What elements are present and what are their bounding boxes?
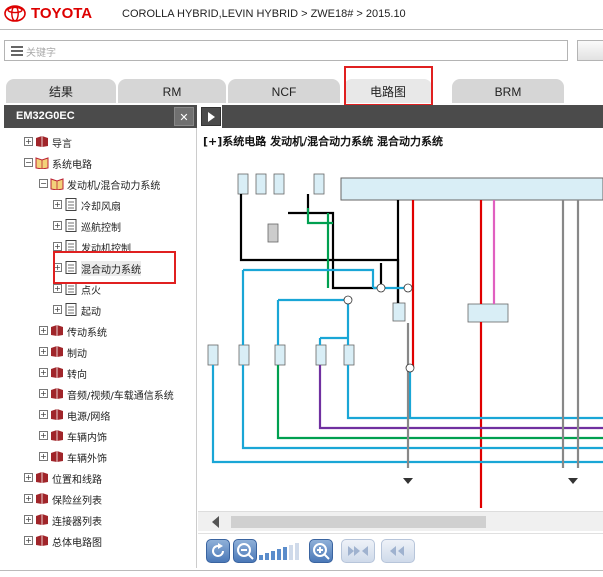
expand-icon[interactable]: + — [39, 410, 48, 419]
expand-icon[interactable]: + — [53, 242, 62, 251]
tree-item-label: 转向 — [67, 370, 87, 381]
tab-rm[interactable]: RM — [118, 79, 226, 103]
tab-ncf[interactable]: NCF — [228, 79, 340, 103]
tree-item-label: 发动机/混合动力系统 — [67, 181, 161, 192]
book-icon — [36, 493, 48, 504]
expand-panel-button[interactable] — [201, 107, 221, 126]
scroll-left-arrow-icon[interactable] — [212, 516, 219, 528]
zoom-out-icon — [237, 543, 254, 560]
expand-icon[interactable]: + — [53, 284, 62, 293]
book-icon — [51, 367, 63, 378]
footer-divider — [0, 570, 603, 577]
expand-icon[interactable]: + — [24, 473, 33, 482]
tree-item-label: 保险丝列表 — [52, 496, 102, 507]
expand-icon[interactable]: + — [53, 221, 62, 230]
diagram-header-bar — [222, 105, 603, 128]
first-page-icon — [348, 546, 368, 556]
tree-item-label: 系统电路 — [52, 160, 92, 171]
tab-label: 结果 — [48, 85, 73, 99]
tree-item-label: 位置和线路 — [52, 475, 102, 486]
expand-icon[interactable]: + — [39, 431, 48, 440]
wiring-diagram-viewport[interactable]: [+]系统电路 发动机/混合动力系统 混合动力系统 — [198, 128, 603, 508]
refresh-icon — [212, 543, 224, 557]
expand-icon[interactable]: + — [39, 389, 48, 398]
tree-item-label: 冷却风扇 — [81, 202, 121, 213]
tab-label: NCF — [271, 85, 297, 99]
brand-name: TOYOTA — [31, 5, 93, 22]
refresh-button[interactable] — [206, 539, 230, 563]
collapse-icon[interactable]: − — [39, 179, 48, 188]
book-icon — [51, 388, 63, 399]
tree-item-label: 车辆外饰 — [67, 454, 107, 465]
zoom-in-icon — [313, 543, 330, 560]
zoom-level-indicator[interactable] — [259, 542, 307, 560]
tree-item-label: 制动 — [67, 349, 87, 360]
close-icon: ✕ — [179, 111, 189, 124]
document-icon — [65, 219, 77, 232]
tab-bar: 结果 RM NCF 电路图 BRM — [0, 75, 603, 105]
expand-icon[interactable]: + — [39, 347, 48, 356]
tree-item-label: 传动系统 — [67, 328, 107, 339]
expand-icon[interactable]: + — [53, 305, 62, 314]
navigation-tree: + 导言 − 系统电路 − 发动机/混合动力系统 + 冷却风扇 + 巡航控制 + 发动机控制… — [0, 128, 197, 568]
tree-item-label: 点火 — [81, 286, 101, 297]
open-book-icon — [35, 157, 49, 169]
scrollbar-thumb[interactable] — [231, 516, 486, 528]
zoom-out-button[interactable] — [233, 539, 257, 563]
expand-icon[interactable]: + — [39, 326, 48, 335]
tab-brm[interactable]: BRM — [452, 79, 564, 103]
tree-item-label: 导言 — [52, 139, 72, 150]
app-header: TOYOTA COROLLA HYBRID,LEVIN HYBRID > ZWE… — [0, 0, 603, 30]
expand-icon[interactable]: + — [24, 494, 33, 503]
previous-page-icon — [390, 546, 404, 556]
tree-item-label: 巡航控制 — [81, 223, 121, 234]
document-icon — [65, 198, 77, 211]
previous-page-button[interactable] — [381, 539, 415, 563]
document-icon — [65, 303, 77, 316]
highlight-box-tab — [344, 66, 433, 106]
panel-title: EM32G0EC — [16, 110, 75, 122]
breadcrumb: COROLLA HYBRID,LEVIN HYBRID > ZWE18# > 2… — [122, 8, 406, 20]
expand-icon[interactable]: + — [24, 515, 33, 524]
book-icon — [36, 535, 48, 546]
search-icon — [11, 46, 23, 56]
zoom-in-button[interactable] — [309, 539, 333, 563]
tree-item-label: 电源/网络 — [67, 412, 111, 423]
book-icon — [51, 346, 63, 357]
horizontal-scrollbar[interactable] — [198, 511, 603, 531]
expand-icon[interactable]: + — [53, 200, 62, 209]
search-placeholder: 关键字 — [26, 48, 56, 59]
diagram-toolbar — [198, 533, 603, 569]
play-arrow-icon — [208, 112, 215, 122]
panel-header: EM32G0EC ✕ — [4, 105, 197, 128]
tree-item-label: 连接器列表 — [52, 517, 102, 528]
close-panel-button[interactable]: ✕ — [174, 107, 194, 126]
search-button[interactable] — [577, 40, 603, 61]
book-icon — [51, 430, 63, 441]
open-book-icon — [50, 178, 64, 190]
book-icon — [51, 325, 63, 336]
tab-results[interactable]: 结果 — [6, 79, 116, 103]
tree-item-label: 车辆内饰 — [67, 433, 107, 444]
tree-item-label: 起动 — [81, 307, 101, 318]
tree-item-label: 总体电路图 — [52, 538, 102, 549]
tab-label: RM — [162, 85, 182, 99]
book-icon — [51, 409, 63, 420]
highlight-box-tree-item — [53, 251, 176, 284]
expand-icon[interactable]: + — [39, 452, 48, 461]
toyota-logo-icon — [4, 5, 26, 22]
expand-icon[interactable]: + — [39, 368, 48, 377]
expand-icon[interactable]: + — [24, 137, 33, 146]
search-input[interactable]: 关键字 — [4, 40, 568, 61]
expand-icon[interactable]: + — [24, 536, 33, 545]
book-icon — [36, 472, 48, 483]
first-page-button[interactable] — [341, 539, 375, 563]
book-icon — [36, 514, 48, 525]
book-icon — [51, 451, 63, 462]
book-icon — [36, 136, 48, 147]
tree-item-label: 音频/视频/车载通信系统 — [67, 391, 174, 402]
wiring-diagram — [207, 173, 603, 508]
tab-label: BRM — [494, 85, 522, 99]
collapse-icon[interactable]: − — [24, 158, 33, 167]
